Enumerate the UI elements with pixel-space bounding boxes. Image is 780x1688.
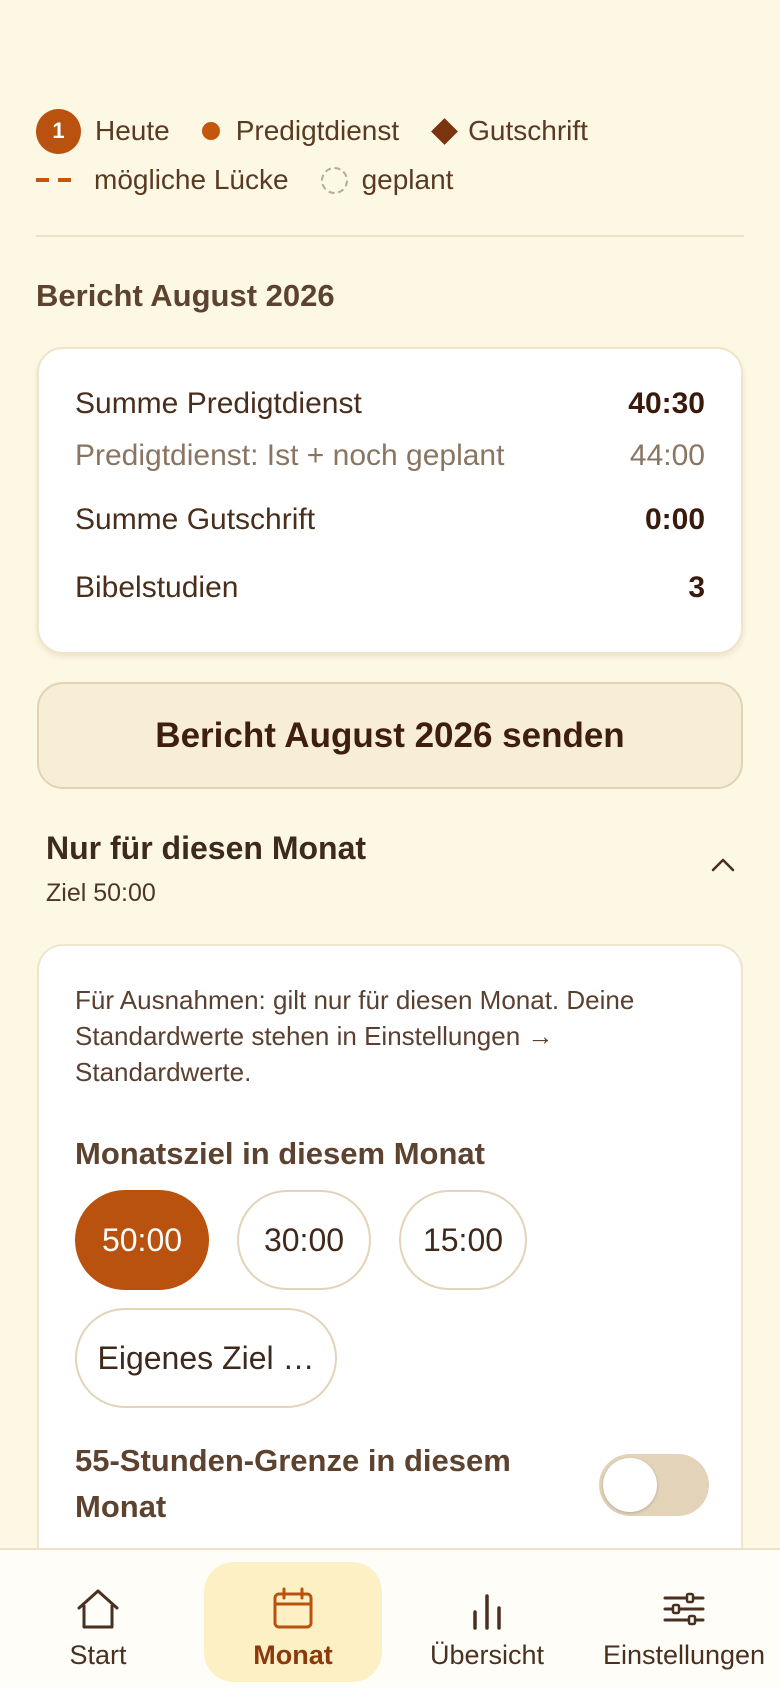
- legend-service: Predigtdienst: [201, 115, 400, 147]
- legend-today-label: Heute: [95, 115, 170, 146]
- calendar-icon: [273, 1587, 313, 1629]
- summary-row-credit: Summe Gutschrift 0:00: [75, 503, 705, 537]
- diamond-icon: [431, 117, 459, 145]
- home-icon: [77, 1589, 119, 1629]
- nav-item-start[interactable]: Start: [28, 1562, 168, 1682]
- goal-chip-15[interactable]: 15:00: [399, 1190, 527, 1290]
- summary-label: Summe Gutschrift: [75, 503, 316, 536]
- chevron-up-icon[interactable]: [710, 852, 736, 878]
- bar-chart-icon: [473, 1594, 501, 1630]
- summary-row-service: Summe Predigtdienst 40:30: [75, 387, 705, 421]
- legend-gap: mögliche Lücke: [36, 164, 289, 196]
- dot-icon: [201, 122, 220, 140]
- goal-chip-30[interactable]: 30:00: [237, 1190, 371, 1290]
- summary-label: Predigtdienst: Ist + noch geplant: [75, 439, 505, 472]
- legend-credit: Gutschrift: [431, 115, 588, 147]
- send-report-button[interactable]: Bericht August 2026 senden: [37, 682, 743, 789]
- legend-today: 1 Heute: [36, 108, 170, 154]
- legend-gap-label: mögliche Lücke: [94, 164, 289, 195]
- limit-label: 55-Stunden-Grenze in diesem Monat: [75, 1443, 511, 1524]
- dashed-circle-icon: [320, 166, 348, 194]
- legend-service-label: Predigtdienst: [235, 115, 400, 146]
- summary-label: Summe Predigtdienst: [75, 387, 362, 420]
- toggle-knob: [603, 1458, 657, 1512]
- legend-planned-label: geplant: [361, 164, 454, 195]
- summary-value: 44:00: [629, 439, 705, 472]
- dashed-line-icon: [36, 178, 80, 182]
- section-title: Nur für diesen Monat: [46, 830, 367, 866]
- month-page: 1 Heute Predigtdienst Gutschrift möglich…: [0, 0, 780, 1548]
- goal-chip-50[interactable]: 50:00: [75, 1190, 209, 1290]
- nav-item-einstellungen[interactable]: Einstellungen: [596, 1562, 772, 1682]
- legend-planned: geplant: [320, 164, 454, 196]
- summary-row-planned: Predigtdienst: Ist + noch geplant 44:00: [75, 439, 705, 473]
- nav-label: Start: [69, 1640, 127, 1670]
- nav-item-uebersicht[interactable]: Übersicht: [412, 1562, 562, 1682]
- today-badge: 1: [36, 108, 81, 154]
- month-section-header[interactable]: Nur für diesen Monat Ziel 50:00: [46, 830, 736, 908]
- summary-row-studies: Bibelstudien 3: [75, 571, 705, 605]
- nav-label: Einstellungen: [602, 1640, 766, 1670]
- summary-label: Bibelstudien: [75, 571, 239, 604]
- hint-text: Für Ausnahmen: gilt nur für diesen Monat…: [75, 985, 635, 1087]
- month-settings-card: Für Ausnahmen: gilt nur für diesen Monat…: [37, 944, 743, 1548]
- divider: [36, 235, 744, 237]
- nav-label: Übersicht: [429, 1640, 545, 1670]
- goal-label: Monatsziel in diesem Monat: [75, 1136, 485, 1171]
- summary-value: 3: [688, 571, 705, 604]
- report-title: Bericht August 2026: [36, 278, 335, 313]
- summary-value: 40:30: [628, 387, 705, 420]
- limit-toggle[interactable]: [599, 1454, 709, 1516]
- section-subtitle: Ziel 50:00: [46, 879, 156, 907]
- legend: 1 Heute Predigtdienst Gutschrift möglich…: [36, 108, 746, 206]
- legend-credit-label: Gutschrift: [468, 115, 588, 146]
- nav-item-monat[interactable]: Monat: [204, 1562, 382, 1682]
- summary-value: 0:00: [644, 503, 705, 536]
- report-summary-card: Summe Predigtdienst 40:30 Predigtdienst:…: [37, 347, 743, 654]
- sliders-icon: [663, 1592, 705, 1626]
- custom-goal-chip[interactable]: Eigenes Ziel …: [75, 1308, 337, 1408]
- nav-label: Monat: [253, 1640, 333, 1670]
- bottom-nav: Start Monat Übersicht Einstellungen: [0, 1548, 780, 1688]
